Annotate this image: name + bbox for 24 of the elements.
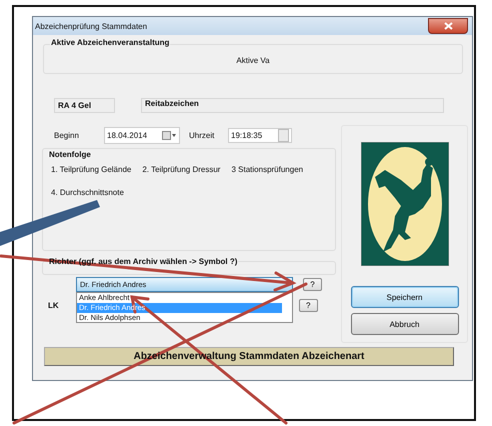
grading-step: 4. Durchschnittsnote xyxy=(51,188,124,197)
window-title: Abzeichenprüfung Stammdaten xyxy=(35,22,148,30)
time-value: 19:18:35 xyxy=(231,131,262,140)
event-name: Aktive Va xyxy=(235,56,271,65)
date-value: 18.04.2014 xyxy=(107,131,148,140)
date-label: Beginn xyxy=(54,131,80,140)
lookup-button[interactable]: ? xyxy=(298,299,318,312)
save-button[interactable]: Speichern xyxy=(350,286,458,308)
grading-step: 2. Teilprüfung Dressur xyxy=(142,165,220,174)
group-title: Aktive Abzeichenveranstaltung xyxy=(50,38,170,47)
grading-step: 1. Teilprüfung Gelände xyxy=(51,165,132,174)
calendar-dropdown-icon[interactable] xyxy=(162,131,177,140)
lookup-button[interactable]: ? xyxy=(303,278,322,291)
lk-label: LK xyxy=(48,301,59,310)
time-label: Uhrzeit xyxy=(189,131,216,140)
cancel-button[interactable]: Abbruch xyxy=(350,313,458,335)
badge-code-field: RA 4 Gel xyxy=(54,98,115,113)
badge-name-field: Reitabzeichen xyxy=(141,98,444,113)
close-icon xyxy=(444,22,452,30)
grading-step: 3 Stationsprüfungen xyxy=(231,165,304,174)
time-field[interactable]: 19:18:35 xyxy=(228,128,292,143)
close-button[interactable] xyxy=(428,18,468,34)
group-title: Notenfolge xyxy=(48,150,92,159)
date-picker[interactable]: 18.04.2014 xyxy=(104,127,180,144)
